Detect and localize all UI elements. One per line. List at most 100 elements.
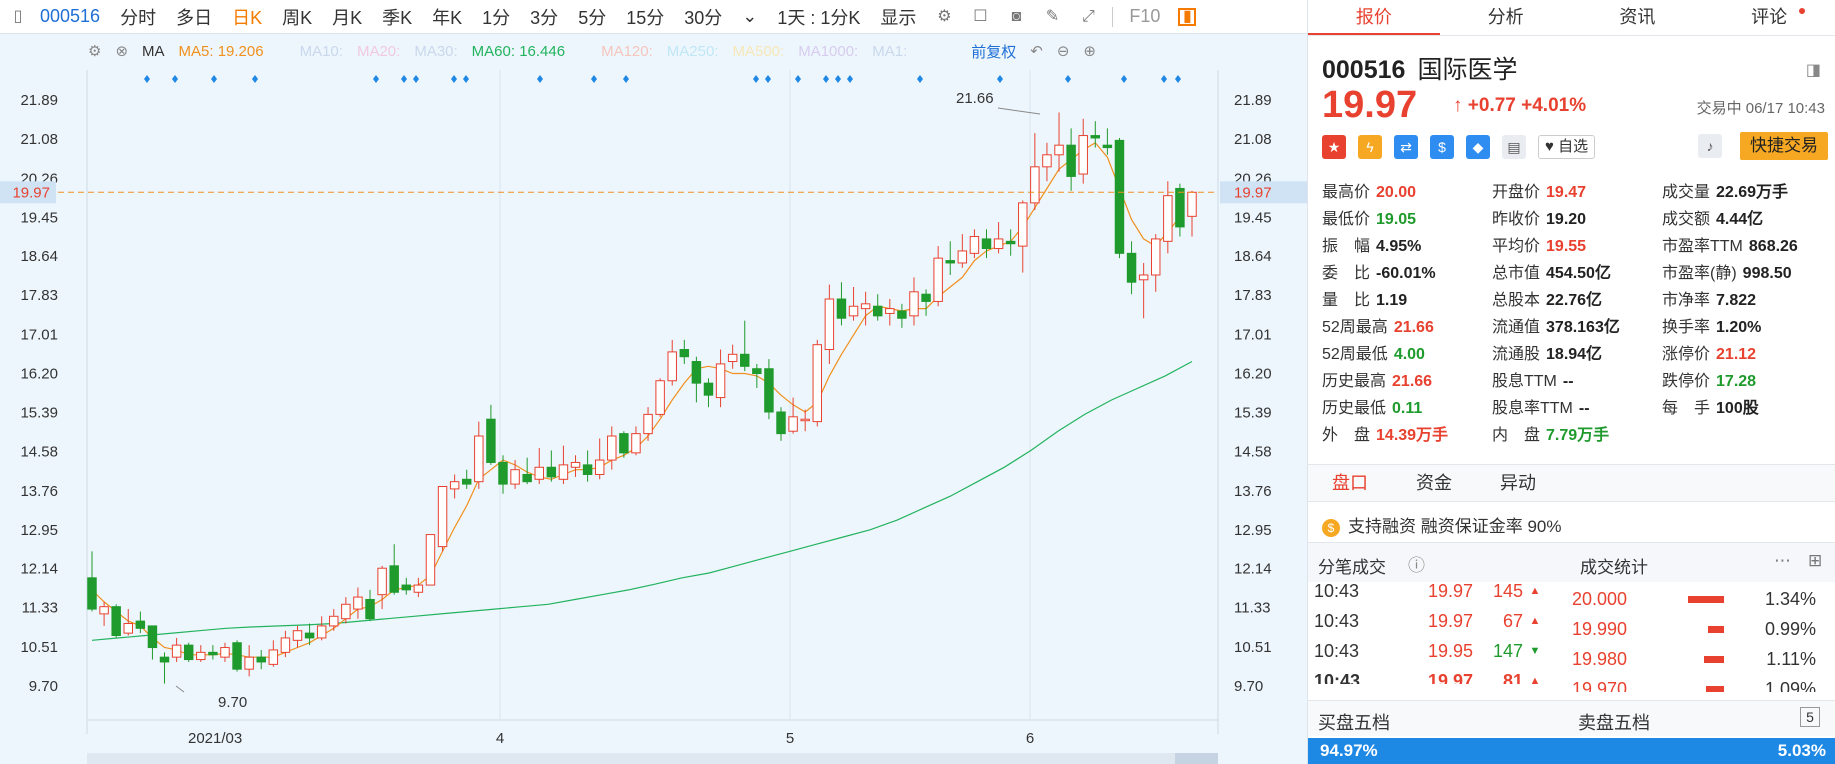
stat-price: 19.990 [1572, 618, 1628, 639]
app-window: ▯ 000516 分时 多日 日K 周K 月K 季K 年K 1分 3分 5分 1… [0, 0, 1835, 764]
candle-body [1163, 195, 1173, 242]
expand-icon[interactable]: ⊞ [1808, 551, 1822, 571]
candle-body [425, 534, 436, 586]
stat-label: 涨停价 [1662, 345, 1711, 363]
stat-value: 21.66 [1393, 318, 1434, 336]
shuffle-icon[interactable]: ⇄ [1394, 135, 1418, 159]
candle-body [921, 293, 931, 302]
stats-row: 最高价 20.00 开盘价 19.47 成交量 22.69万手 [1322, 176, 1832, 203]
stat-label: 流通值 [1492, 318, 1541, 336]
candle-body [353, 596, 363, 610]
five-level-toggle-icon[interactable]: 5 [1800, 707, 1820, 727]
volume-stat-row: 19.990 0.99% [1568, 614, 1835, 644]
collapse-panel-icon[interactable]: ◨ [1806, 60, 1821, 80]
stat-cell: 股息TTM -- [1492, 367, 1662, 391]
stat-cell: 平均价 19.55 [1492, 232, 1662, 256]
margin-coin-icon: $ [1322, 519, 1340, 537]
stat-value: 7.79万手 [1546, 426, 1610, 444]
stat-label: 换手率 [1662, 318, 1711, 336]
tab-comments[interactable]: 评论 [1703, 0, 1835, 35]
tab-anomaly[interactable]: 异动 [1476, 465, 1560, 501]
bell-icon[interactable]: ♪ [1698, 134, 1722, 158]
y-tick-right: 19.45 [1234, 209, 1272, 226]
stat-label: 平均价 [1492, 237, 1541, 255]
candle-body [268, 649, 279, 665]
stat-label: 昨收价 [1492, 210, 1541, 228]
candle-body [679, 348, 690, 358]
y-tick-left: 15.39 [20, 404, 58, 421]
stat-label: 市盈率TTM [1662, 237, 1743, 255]
stat-cell: 总股本 22.76亿 [1492, 286, 1662, 310]
stat-cell: 委 比 -60.01% [1322, 259, 1492, 283]
kline-svg[interactable]: 21.89 21.8921.08 21.0820.26 20.2619.45 19.45… [0, 0, 1307, 764]
trade-qty: 67 [1502, 610, 1523, 631]
stat-label: 历史最高 [1322, 372, 1387, 390]
candle-body [836, 298, 847, 319]
trade-price: 19.95 [1427, 640, 1473, 661]
stats-grid: 最高价 20.00 开盘价 19.47 成交量 22.69万手 最低价 19.05 昨收价 19.… [1322, 176, 1832, 446]
price-tag-right: 19.97 [1234, 184, 1272, 201]
stat-cell: 涨停价 21.12 [1662, 340, 1832, 364]
stat-label: 52周最低 [1322, 345, 1388, 363]
dollar-icon[interactable]: $ [1430, 135, 1454, 159]
stat-cell: 历史最低 0.11 [1322, 394, 1492, 418]
candle-body [389, 565, 399, 593]
candle-body [812, 344, 823, 423]
candle-body [667, 351, 677, 382]
help-icon[interactable]: ⓘ [1408, 551, 1425, 576]
candle-body [957, 250, 968, 264]
kline-chart-pane[interactable]: ▯ 000516 分时 多日 日K 周K 月K 季K 年K 1分 3分 5分 1… [0, 0, 1307, 764]
lightning-icon[interactable]: ϟ [1358, 135, 1382, 159]
trade-time: 10:43 [1314, 580, 1360, 601]
candle-body [1175, 187, 1185, 228]
stat-value: 100股 [1716, 399, 1759, 417]
candle-body [570, 461, 581, 468]
candle-body [534, 466, 544, 480]
more-icon[interactable]: ⋯ [1774, 551, 1791, 571]
tab-funds[interactable]: 资金 [1392, 465, 1476, 501]
candle-body [1054, 144, 1064, 156]
trade-row: 10:43 19.97 81 ▲ [1308, 666, 1553, 685]
stat-label: 总市值 [1492, 264, 1541, 282]
stat-value: 22.69万手 [1716, 183, 1789, 201]
stat-cell: 市盈率TTM 868.26 [1662, 232, 1832, 256]
stat-value: 19.20 [1546, 210, 1587, 228]
tab-quote[interactable]: 报价 [1308, 0, 1440, 35]
china-flag-icon[interactable]: ★ [1322, 135, 1346, 159]
tag-icon[interactable]: ◆ [1466, 135, 1490, 159]
y-tick-right: 18.64 [1234, 248, 1272, 265]
volume-stat-row: 19.970 1.09% [1568, 674, 1835, 692]
order-book-header: 买盘五档 卖盘五档 5 [1308, 700, 1835, 736]
candle-body [993, 238, 1004, 250]
candle-body [897, 310, 907, 319]
x-tick-label: 4 [496, 730, 504, 747]
up-triangle-icon: ▲ [1529, 615, 1541, 627]
tab-analysis[interactable]: 分析 [1440, 0, 1572, 35]
candle-body [860, 303, 871, 310]
trade-time: 10:43 [1314, 640, 1360, 661]
candle-body [945, 260, 955, 264]
tab-news[interactable]: 资讯 [1572, 0, 1704, 35]
tab-orderbook[interactable]: 盘口 [1308, 465, 1392, 501]
stat-cell: 52周最低 4.00 [1322, 340, 1492, 364]
candle-body [800, 418, 810, 422]
candle-body [619, 433, 629, 454]
x-tick-label: 5 [786, 730, 794, 747]
stat-label: 流通股 [1492, 345, 1541, 363]
candle-body [510, 469, 520, 485]
add-watchlist-button[interactable]: ♥ 自选 [1538, 135, 1596, 159]
scrollbar-thumb[interactable] [1175, 753, 1218, 764]
stat-label: 市盈率(静) [1662, 264, 1737, 282]
stat-cell: 跌停价 17.28 [1662, 367, 1832, 391]
fast-trade-button[interactable]: 快捷交易 [1740, 132, 1828, 160]
stat-cell: 成交量 22.69万手 [1662, 178, 1832, 202]
stats-row: 52周最高 21.66 流通值 378.163亿 换手率 1.20% [1322, 311, 1832, 338]
y-tick-left: 11.33 [22, 600, 58, 617]
candle-body [607, 435, 617, 461]
y-tick-right: 10.51 [1234, 639, 1272, 656]
note-icon[interactable]: ▤ [1502, 135, 1526, 159]
buy-sell-ratio-bar: 94.97% 5.03% [1308, 738, 1835, 764]
candle-body [413, 584, 424, 593]
stat-label: 最低价 [1322, 210, 1371, 228]
candle-body [643, 413, 653, 435]
